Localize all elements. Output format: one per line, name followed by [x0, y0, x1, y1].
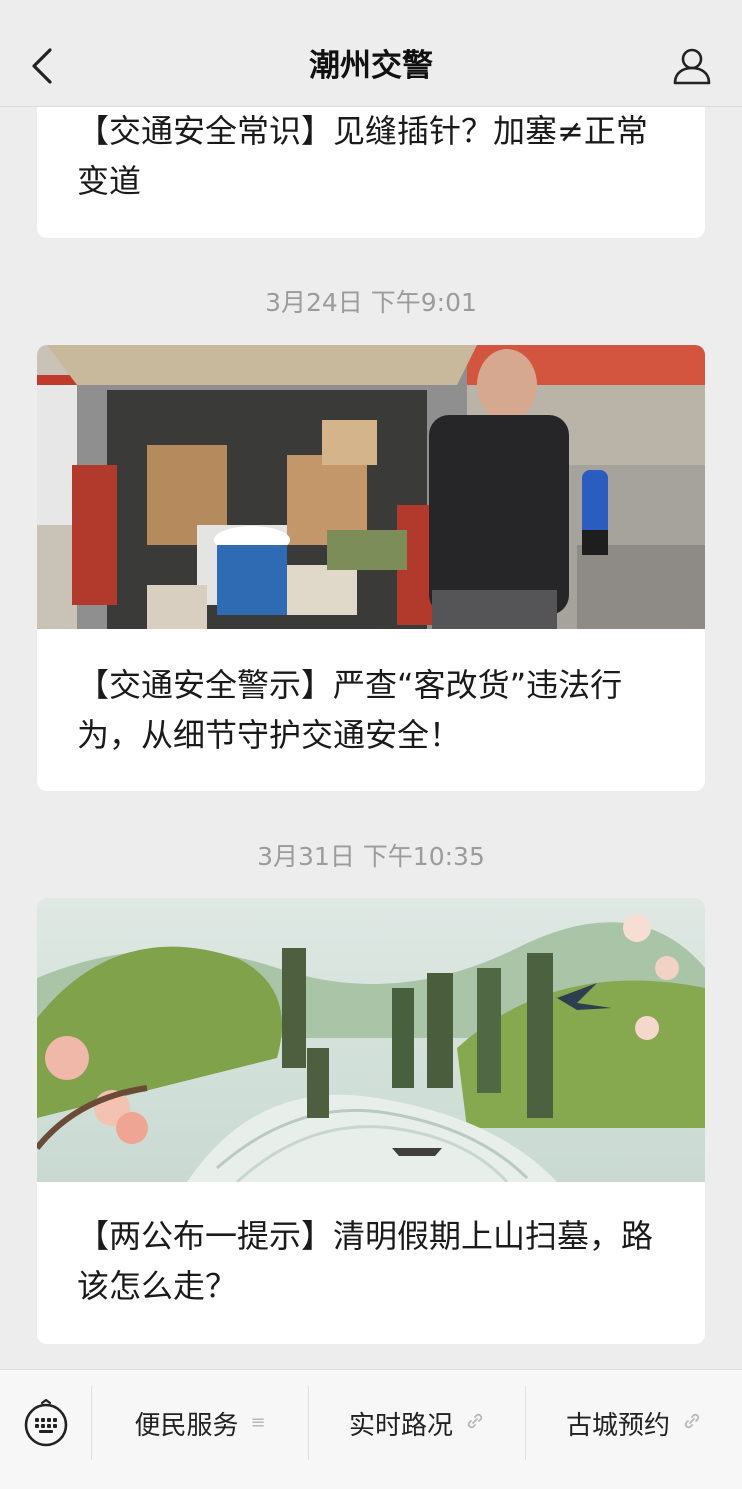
chat-page: 潮州交警 【交通安全常识】见缝插针？加塞≠正常变道 3月24日 下午9:01 【… — [0, 0, 742, 1489]
article-card[interactable]: 【两公布一提示】清明假期上山扫墓，路该怎么走？ — [37, 898, 705, 1344]
menu-item-label: 古城预约 — [565, 1410, 670, 1441]
top-nav-bar: 潮州交警 — [0, 0, 742, 107]
menu-item-label: 实时路况 — [348, 1410, 453, 1441]
article-card[interactable]: 【交通安全常识】见缝插针？加塞≠正常变道 — [37, 90, 705, 238]
bottom-menu-bar: 便民服务 ≡ 实时路况 古城预约 — [0, 1369, 742, 1489]
menu-item-ancient-city-booking[interactable]: 古城预约 — [526, 1370, 742, 1476]
keyboard-toggle-button[interactable] — [0, 1370, 92, 1476]
article-title: 【两公布一提示】清明假期上山扫墓，路该怎么走？ — [77, 1217, 654, 1305]
article-title: 【交通安全常识】见缝插针？加塞≠正常变道 — [77, 112, 648, 200]
link-icon — [465, 1411, 485, 1435]
article-card[interactable]: 【交通安全警示】严查“客改货”违法行为，从细节守护交通安全！ — [37, 345, 705, 791]
article-cover-image — [37, 898, 705, 1182]
menu-lines-icon: ≡ — [250, 1412, 266, 1433]
message-timestamp: 3月31日 下午10:35 — [257, 842, 485, 871]
link-icon — [682, 1411, 702, 1435]
article-title: 【交通安全警示】严查“客改货”违法行为，从细节守护交通安全！ — [77, 666, 623, 754]
menu-item-live-traffic[interactable]: 实时路况 — [309, 1370, 525, 1476]
menu-item-label: 便民服务 — [134, 1410, 239, 1441]
keyboard-icon — [24, 1399, 68, 1447]
message-timestamp: 3月24日 下午9:01 — [265, 288, 477, 317]
profile-button[interactable] — [668, 42, 716, 90]
menu-item-convenience-services[interactable]: 便民服务 ≡ — [92, 1370, 308, 1476]
article-cover-image — [37, 345, 705, 629]
person-icon — [673, 48, 711, 85]
page-title: 潮州交警 — [309, 48, 433, 84]
